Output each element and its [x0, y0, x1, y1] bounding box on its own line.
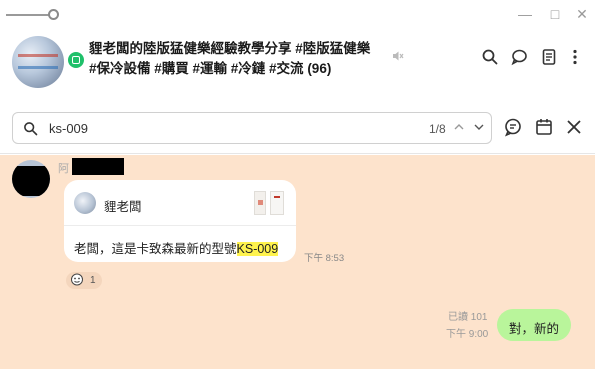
chat-history-icon[interactable] [503, 117, 523, 137]
outgoing-message-bubble[interactable]: 對，新的 [497, 309, 571, 341]
reaction-badge[interactable]: 1 [66, 272, 102, 289]
search-field-icon [23, 121, 38, 141]
close-search-icon[interactable] [564, 117, 584, 137]
message-text-main: 老闆，這是卡致森最新的型號 [74, 242, 237, 256]
message-time: 下午 9:00 [446, 329, 489, 340]
mute-icon [392, 50, 404, 65]
reply-preview[interactable]: 貍老闆 [64, 180, 296, 226]
search-result-counter: 1/8 [429, 122, 446, 136]
chat-header: 貍老闆的陸版猛健樂經驗教學分享 #陸版猛健樂 #保冷設備 #購買 #運輸 #冷鏈… [0, 30, 595, 102]
previous-result-icon[interactable] [453, 121, 465, 136]
group-avatar[interactable] [12, 36, 64, 88]
message-text: 老闆，這是卡致森最新的型號KS-009 [74, 238, 279, 257]
notes-icon[interactable] [540, 48, 558, 66]
group-status-icon [68, 52, 84, 68]
close-window-button[interactable]: ✕ [574, 6, 590, 22]
chat-area[interactable]: 阿 貍老闆 老闆，這是卡致森最新的型號KS-009 下午 8:53 1 已讀 1… [0, 155, 595, 369]
search-box[interactable]: 1/8 [12, 112, 492, 144]
reply-thumbnail [254, 191, 266, 215]
read-receipt: 已讀 101 [448, 312, 488, 323]
more-icon[interactable] [566, 48, 584, 66]
reply-sender-name: 貍老闆 [104, 200, 142, 214]
sender-avatar[interactable] [12, 160, 50, 198]
group-title: 貍老闆的陸版猛健樂經驗教學分享 #陸版猛健樂 #保冷設備 #購買 #運輸 #冷鏈… [89, 39, 389, 79]
minimize-button[interactable]: — [517, 6, 533, 22]
opacity-slider-track[interactable] [6, 14, 50, 16]
calendar-icon[interactable] [534, 117, 554, 137]
reaction-icon [70, 273, 84, 289]
reaction-count: 1 [90, 275, 96, 286]
message-time: 下午 8:53 [304, 253, 345, 264]
message-text: 對，新的 [509, 322, 560, 336]
reply-avatar [74, 192, 96, 214]
group-title-line1: 貍老闆的陸版猛健樂經驗教學分享 #陸版猛健樂 [89, 41, 371, 56]
redacted-sender-name [72, 158, 124, 175]
next-result-icon[interactable] [473, 121, 485, 136]
search-input[interactable] [49, 121, 349, 136]
search-highlight: KS-009 [236, 242, 279, 256]
member-count: (96) [307, 61, 332, 76]
incoming-message-bubble[interactable]: 貍老闆 老闆，這是卡致森最新的型號KS-009 [64, 180, 296, 262]
maximize-button[interactable]: □ [547, 6, 563, 22]
window-titlebar: — □ ✕ [0, 0, 595, 30]
group-title-line2: #保冷設備 #購買 #運輸 #冷鏈 #交流 [89, 61, 304, 76]
sender-name: 阿 [58, 163, 69, 175]
reply-thumbnail [270, 191, 284, 215]
search-icon[interactable] [481, 48, 499, 66]
opacity-slider-handle[interactable] [48, 9, 59, 20]
chat-bubble-icon[interactable] [510, 48, 528, 66]
